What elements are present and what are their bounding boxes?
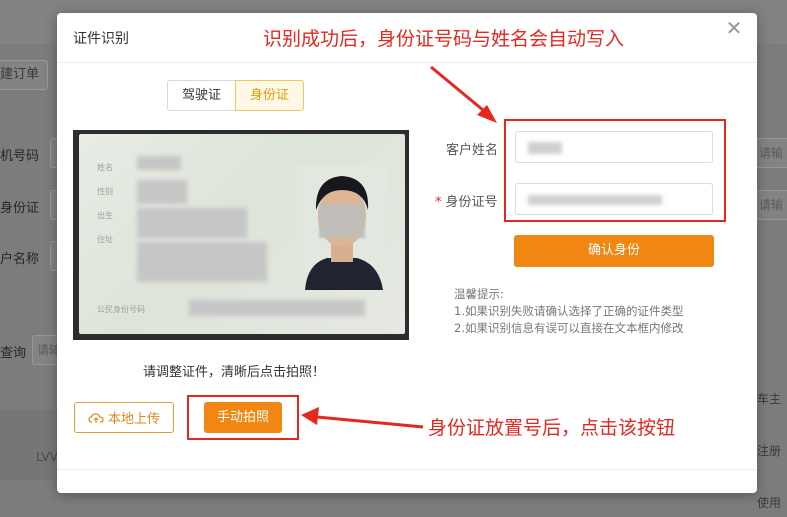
create-order-button: 建订单	[0, 60, 48, 90]
portrait-photo	[297, 166, 387, 290]
id-number-input[interactable]	[515, 183, 713, 215]
right-text-register: 注册	[757, 444, 782, 458]
tab-driver-license[interactable]: 驾驶证	[167, 80, 236, 111]
right-text-owner: 车主	[757, 392, 782, 406]
card-label-birth: 出生	[97, 211, 113, 220]
query-label: 查询	[0, 346, 27, 361]
tab-id-card[interactable]: 身份证	[235, 80, 305, 111]
phone-label: 机号码	[0, 149, 40, 164]
card-label-idnumber: 公民身份号码	[97, 305, 145, 314]
annotation-arrow-top	[430, 65, 497, 123]
id-recognition-dialog: 证件识别 ✕ 识别成功后，身份证号码与姓名会自动写入 驾驶证 身份证 姓名 性别…	[57, 13, 757, 493]
id-number-label-text: 身份证号	[445, 195, 498, 210]
card-label-address: 住址	[97, 235, 113, 244]
tips-block: 温馨提示: 1.如果识别失败请确认选择了正确的证件类型 2.如果识别信息有误可以…	[454, 286, 683, 337]
blurred-gender	[137, 180, 187, 204]
close-icon[interactable]: ✕	[723, 17, 745, 39]
blurred-name	[137, 156, 181, 170]
annotation-bottom: 身份证放置号后，点击该按钮	[428, 417, 676, 439]
customer-name-label: 户名称	[0, 252, 40, 267]
lvv-text: LVV	[36, 450, 58, 464]
right-text-usage: 使用	[757, 496, 782, 510]
tip-2: 2.如果识别信息有误可以直接在文本框内修改	[454, 321, 684, 335]
local-upload-button[interactable]: 本地上传	[74, 402, 174, 433]
blurred-address	[137, 242, 267, 282]
blurred-idnumber	[189, 300, 365, 316]
tips-title: 温馨提示:	[454, 287, 504, 301]
manual-capture-button[interactable]: 手动拍照	[204, 402, 282, 433]
blurred-customer-name	[528, 142, 562, 154]
card-label-gender: 性别	[97, 187, 113, 196]
right-input-2: 请输	[752, 190, 787, 220]
tip-1: 1.如果识别失败请确认选择了正确的证件类型	[454, 304, 684, 318]
local-upload-label: 本地上传	[107, 412, 160, 427]
blurred-id-number	[528, 195, 662, 205]
id-card-preview: 姓名 性别 出生 住址 公民身份号码	[73, 130, 409, 340]
dialog-footer-divider	[57, 469, 757, 470]
card-label-name: 姓名	[97, 163, 113, 172]
cloud-upload-icon	[88, 412, 104, 423]
id-card-image: 姓名 性别 出生 住址 公民身份号码	[79, 134, 405, 334]
annotation-arrow-bottom	[301, 407, 424, 429]
background-panel	[0, 410, 60, 480]
annotation-top: 识别成功后，身份证号码与姓名会自动写入	[263, 28, 625, 50]
document-type-tabs: 驾驶证 身份证	[167, 80, 305, 111]
customer-name-label: 客户姓名	[446, 143, 499, 158]
idcard-label: 身份证	[0, 201, 40, 216]
blurred-birth	[137, 208, 247, 238]
customer-name-input[interactable]	[515, 131, 713, 163]
photo-hint: 请调整证件，清晰后点击拍照！	[143, 365, 326, 380]
dialog-title: 证件识别	[73, 31, 129, 47]
confirm-identity-button[interactable]: 确认身份	[514, 235, 714, 267]
id-number-label: * 身份证号	[435, 191, 498, 210]
right-input-1: 请输	[752, 138, 787, 168]
required-mark: *	[435, 195, 442, 210]
